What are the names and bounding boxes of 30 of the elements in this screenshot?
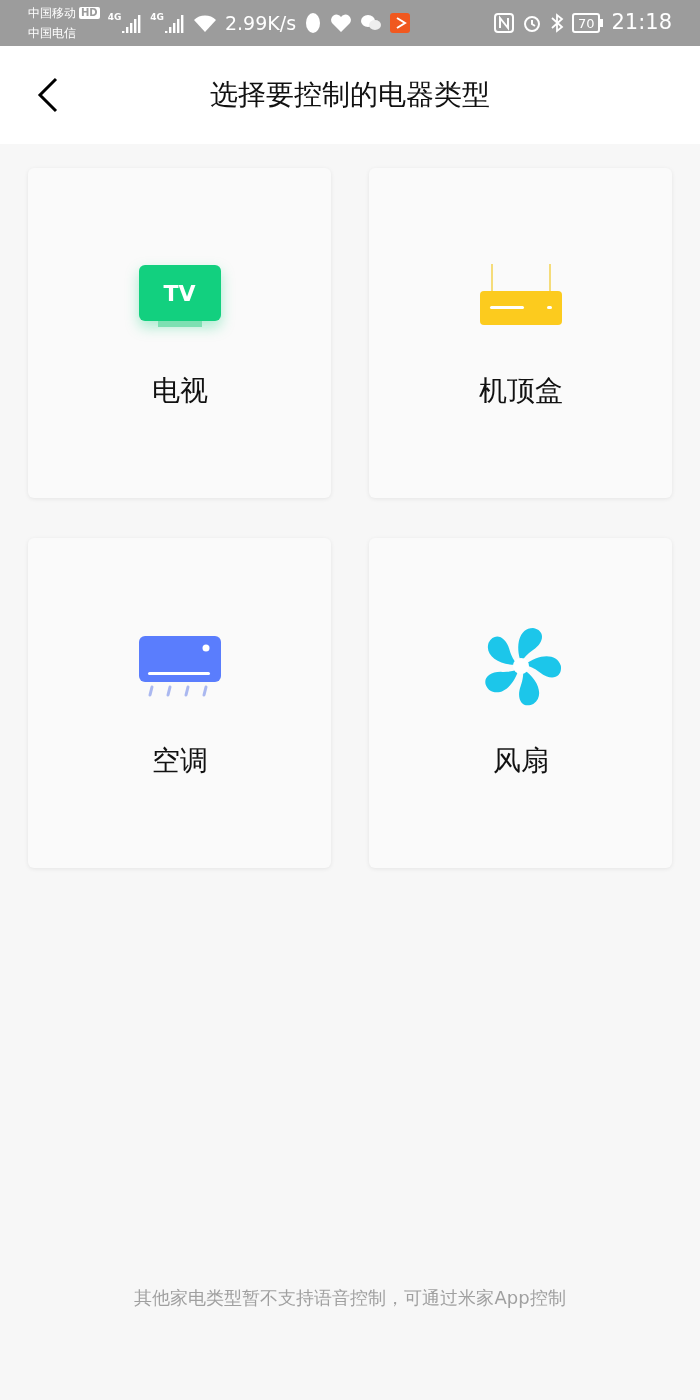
chat-icon <box>360 13 383 33</box>
device-card[interactable]: TV 电视 <box>28 168 331 498</box>
signal-icon <box>165 13 185 33</box>
battery-level: 70 <box>577 16 595 30</box>
carrier-name: 中国电信 <box>28 25 77 42</box>
set-top-box-icon <box>478 264 563 328</box>
air-conditioner-icon <box>137 635 222 697</box>
network-speed: 2.99K/s <box>225 10 297 36</box>
alarm-icon <box>521 13 542 33</box>
tv-label: TV <box>163 279 196 308</box>
signal-icon <box>122 13 143 33</box>
nfc-icon <box>493 13 514 33</box>
device-label: 机顶盒 <box>478 373 563 409</box>
device-label: 空调 <box>151 743 208 779</box>
page-title: 选择要控制的电器类型 <box>210 77 490 113</box>
wifi-icon <box>193 13 217 33</box>
clock-time: 21:18 <box>611 9 672 37</box>
carrier-name: 中国移动 <box>28 5 76 22</box>
device-card[interactable]: 风扇 <box>369 538 672 868</box>
device-label: 风扇 <box>492 743 549 779</box>
bluetooth-icon <box>549 13 564 33</box>
device-label: 电视 <box>151 373 208 409</box>
play-icon <box>390 13 411 33</box>
device-card[interactable]: 空调 <box>28 538 331 868</box>
network-label: 4G <box>150 13 164 22</box>
device-card[interactable]: 机顶盒 <box>369 168 672 498</box>
network-label: 4G <box>107 13 122 22</box>
heart-icon <box>330 13 353 33</box>
footer-note: 其他家电类型暂不支持语音控制，可通过米家App控制 <box>134 1286 566 1310</box>
hd-badge: HD <box>79 7 100 19</box>
